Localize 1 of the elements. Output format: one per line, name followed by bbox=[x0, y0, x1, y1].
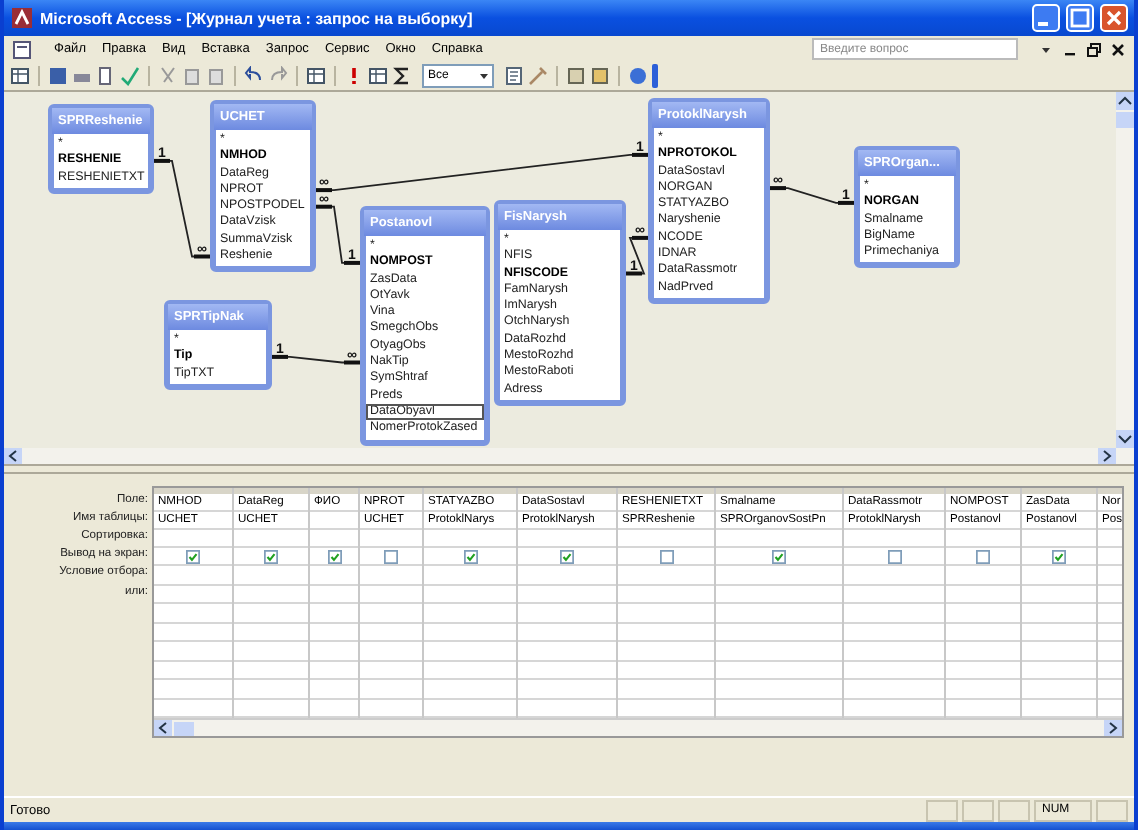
window-title: Microsoft Access - [Журнал учета : запрос на выборку] bbox=[40, 9, 473, 27]
